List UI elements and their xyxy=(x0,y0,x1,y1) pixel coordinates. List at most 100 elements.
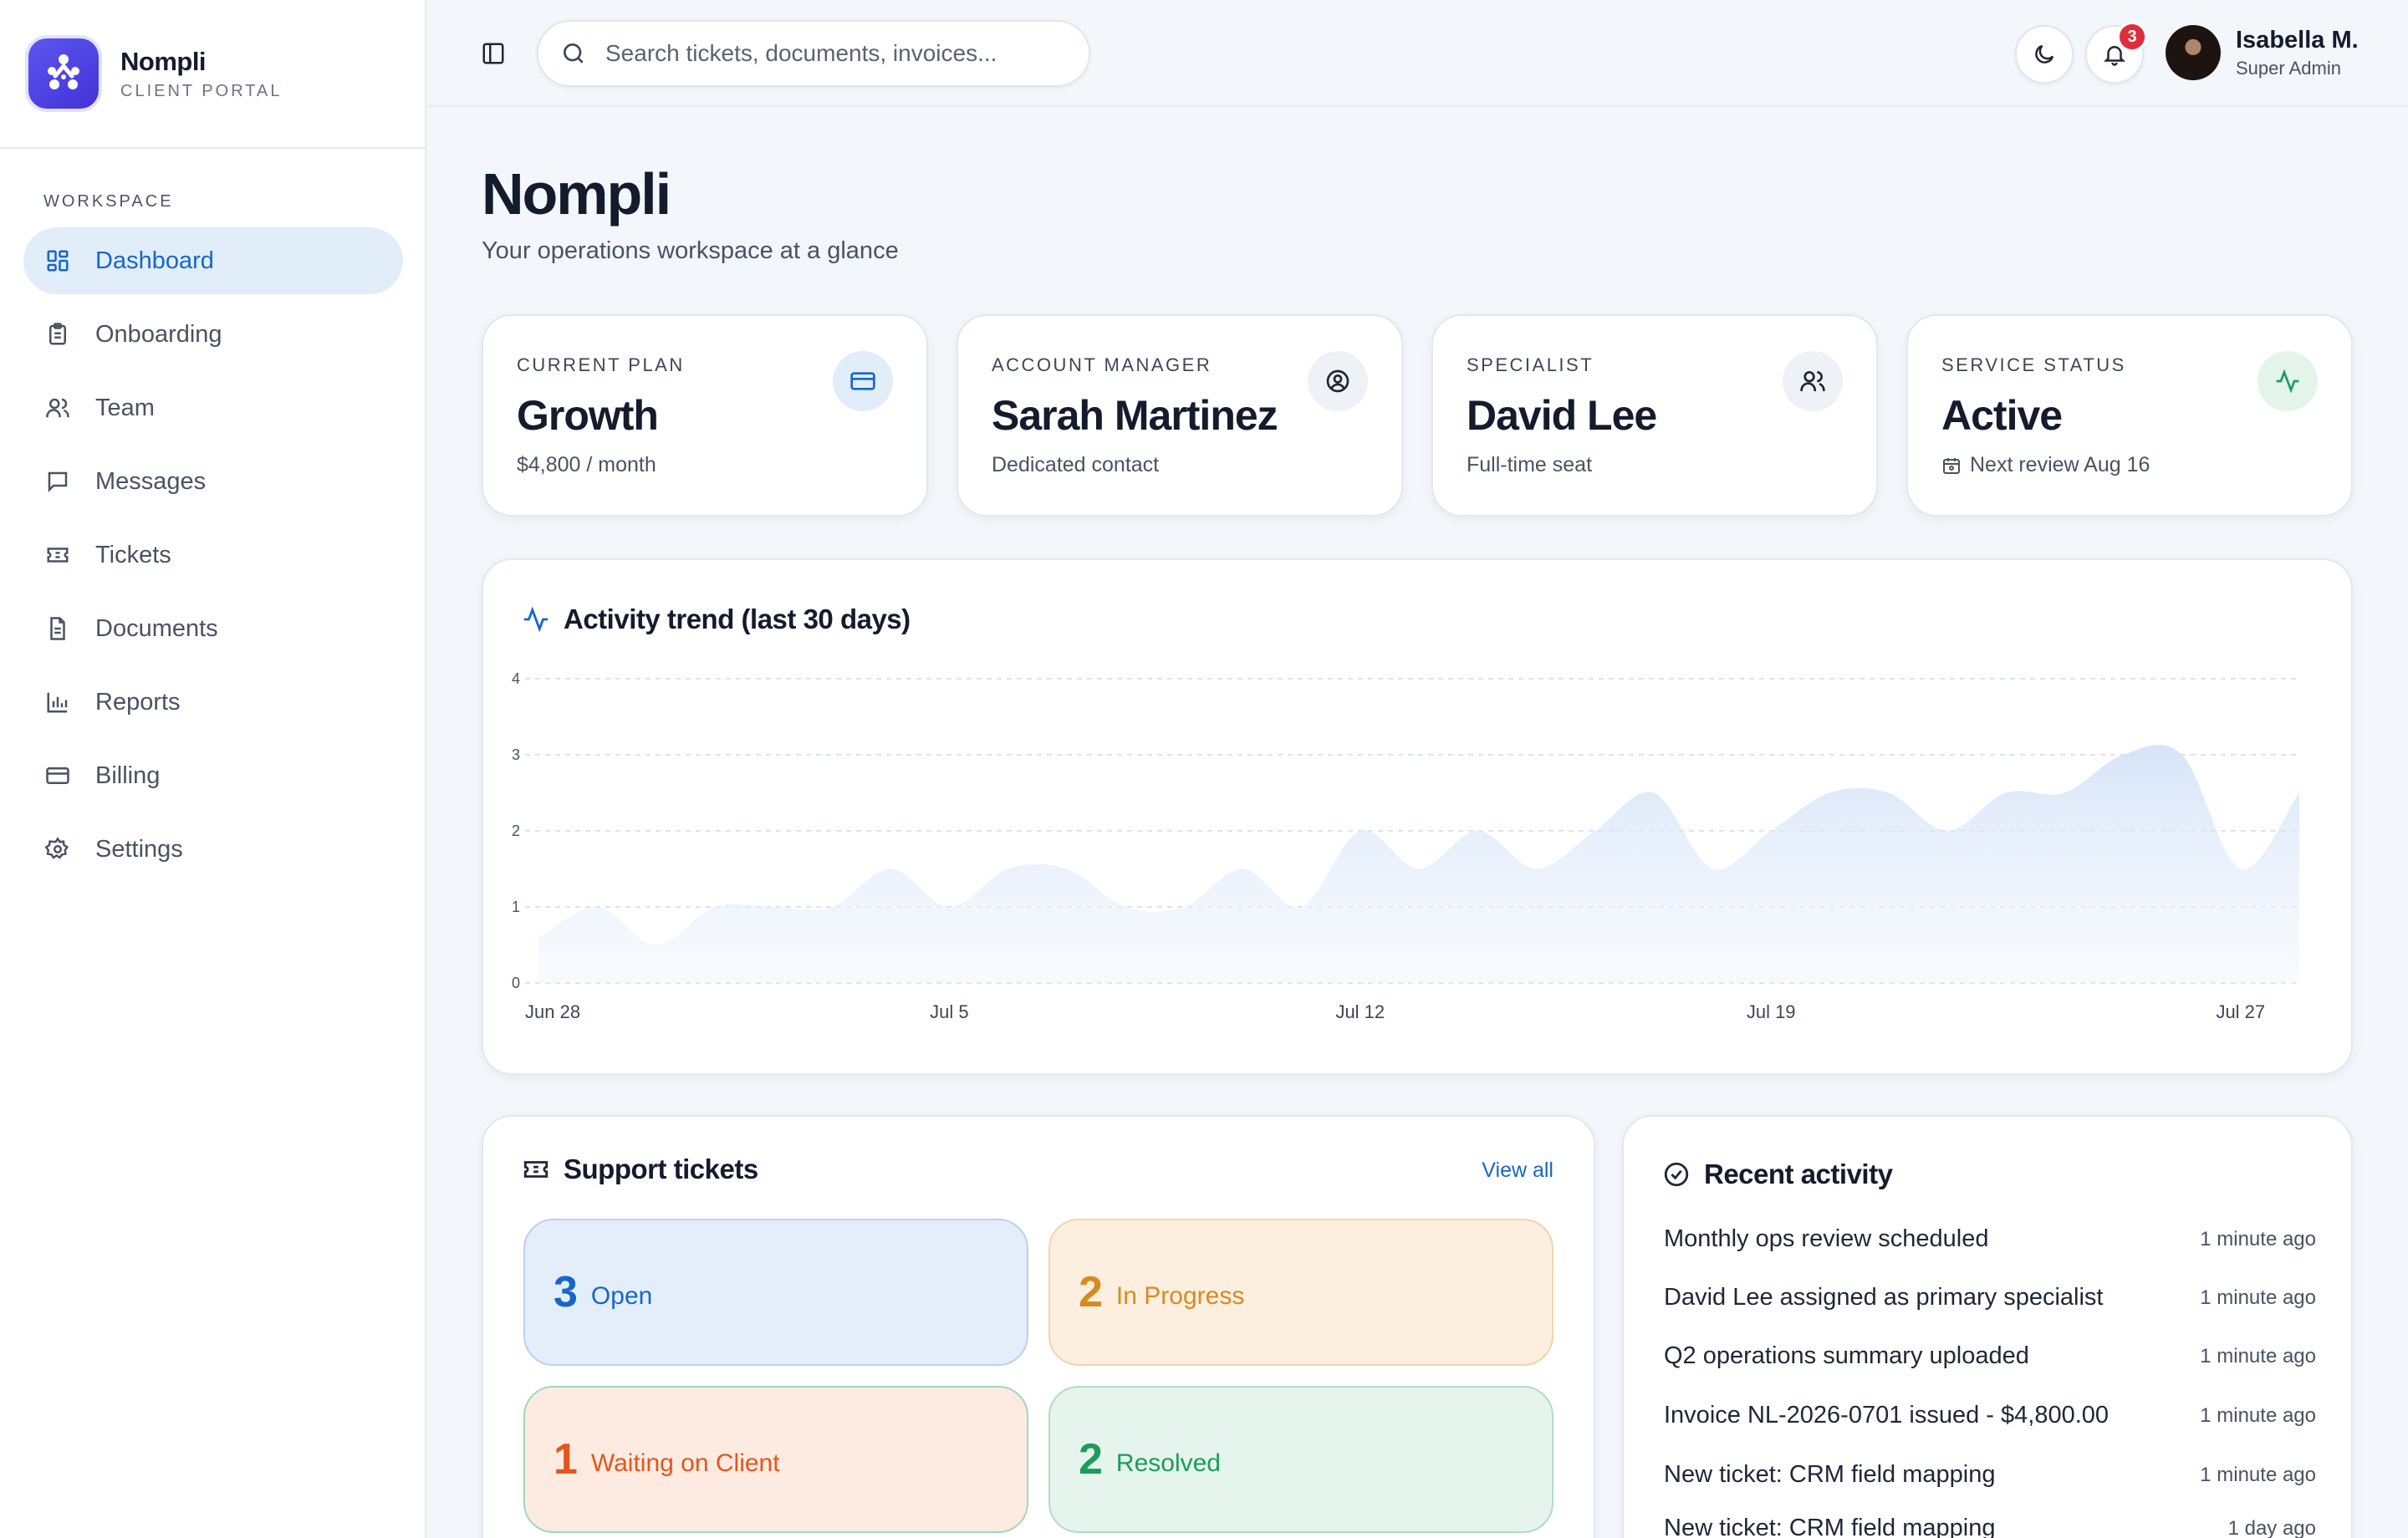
activity-trend-chart: 0 1 2 3 4 Jun 28 Jul 5 Jul 12 Jul 19 Jul 27 xyxy=(512,670,2299,1022)
sidebar-toggle-icon xyxy=(481,41,506,66)
sidebar-item-label: Onboarding xyxy=(95,320,222,348)
stat-label: SERVICE STATUS xyxy=(1941,354,2126,375)
ticket-icon xyxy=(522,1155,550,1184)
x-tick-label: Jun 28 xyxy=(525,1001,580,1022)
calendar-icon xyxy=(1941,456,1962,476)
sidebar-item-billing[interactable]: Billing xyxy=(23,742,403,809)
y-tick-label: 2 xyxy=(512,822,520,839)
x-tick-label: Jul 5 xyxy=(930,1001,968,1022)
credit-card-icon xyxy=(43,761,72,790)
list-item[interactable]: New ticket: CRM field mapping 1 minute a… xyxy=(1664,1461,2316,1489)
list-item[interactable]: New ticket: CRM field mapping 1 day ago xyxy=(1664,1515,2316,1538)
y-tick-label: 0 xyxy=(512,975,520,991)
activity-time: 1 minute ago xyxy=(2200,1227,2316,1250)
message-icon xyxy=(43,467,72,496)
sidebar-item-onboarding[interactable]: Onboarding xyxy=(23,301,403,368)
user-menu[interactable]: Isabella M. Super Admin xyxy=(2166,25,2359,80)
list-item[interactable]: David Lee assigned as primary specialist… xyxy=(1664,1284,2316,1311)
activity-area xyxy=(538,744,2299,983)
check-circle-icon xyxy=(1662,1160,1691,1189)
y-tick-label: 3 xyxy=(512,746,520,763)
sidebar-item-settings[interactable]: Settings xyxy=(23,816,403,883)
ticket-status-waiting-on-client[interactable]: 1 Waiting on Client xyxy=(523,1386,1028,1533)
recent-activity-card: Recent activity Monthly ops review sched… xyxy=(1622,1115,2353,1538)
workspace-section-label: WORKSPACE xyxy=(43,192,174,211)
sidebar: Nompli CLIENT PORTAL WORKSPACE Dashboard… xyxy=(0,0,426,1538)
activity-time: 1 minute ago xyxy=(2200,1403,2316,1427)
activity-text: New ticket: CRM field mapping xyxy=(1664,1515,1996,1538)
stat-value: Growth xyxy=(517,392,659,439)
activity-time: 1 minute ago xyxy=(2200,1344,2316,1367)
tickets-title: Support tickets xyxy=(564,1154,758,1184)
brand-logo-icon xyxy=(28,38,99,109)
sidebar-item-reports[interactable]: Reports xyxy=(23,669,403,736)
topbar: 3 Isabella M. Super Admin xyxy=(428,0,2408,107)
stat-card-account-manager: ACCOUNT MANAGER Sarah Martinez Dedicated… xyxy=(957,314,1403,517)
sidebar-item-dashboard[interactable]: Dashboard xyxy=(23,227,403,294)
stat-value: David Lee xyxy=(1467,392,1657,439)
document-icon xyxy=(43,614,72,643)
view-all-tickets-link[interactable]: View all xyxy=(1482,1159,1553,1183)
stat-label: ACCOUNT MANAGER xyxy=(992,354,1212,375)
search-input[interactable] xyxy=(605,40,1074,67)
notifications-button[interactable]: 3 xyxy=(2085,22,2147,84)
clipboard-icon xyxy=(43,320,72,349)
sidebar-nav: Dashboard Onboarding Team Messages Ticke… xyxy=(23,227,403,889)
activity-trend-card: Activity trend (last 30 days) 01234 Jun … xyxy=(482,558,2353,1075)
brand-subtitle: CLIENT PORTAL xyxy=(120,81,283,100)
ticket-status-resolved[interactable]: 2 Resolved xyxy=(1048,1386,1553,1533)
ticket-icon xyxy=(43,541,72,569)
users-icon xyxy=(43,394,72,422)
stat-sub: Next review Aug 16 xyxy=(1941,453,2150,477)
y-tick-label: 4 xyxy=(512,670,520,687)
activity-title: Recent activity xyxy=(1704,1159,1893,1189)
list-item[interactable]: Invoice NL-2026-0701 issued - $4,800.00 … xyxy=(1664,1402,2316,1429)
stat-value: Sarah Martinez xyxy=(992,392,1278,439)
theme-toggle-button[interactable] xyxy=(2015,25,2074,84)
stat-label: CURRENT PLAN xyxy=(517,354,685,375)
ticket-status-label: Resolved xyxy=(1115,1449,1221,1477)
bar-chart-icon xyxy=(43,688,72,716)
activity-text: Monthly ops review scheduled xyxy=(1664,1225,1989,1252)
sidebar-item-documents[interactable]: Documents xyxy=(23,595,403,662)
sidebar-item-label: Settings xyxy=(95,835,183,863)
brand[interactable]: Nompli CLIENT PORTAL xyxy=(0,0,425,149)
sidebar-item-team[interactable]: Team xyxy=(23,374,403,441)
next-review-text: Next review Aug 16 xyxy=(1970,453,2150,476)
stat-sub: $4,800 / month xyxy=(517,453,656,476)
stat-sub: Full-time seat xyxy=(1467,453,1593,476)
sidebar-item-label: Billing xyxy=(95,761,161,789)
ticket-count: 2 xyxy=(1079,1268,1103,1316)
ticket-status-label: Open xyxy=(590,1282,653,1310)
user-name: Isabella M. xyxy=(2236,26,2359,53)
stat-value: Active xyxy=(1941,392,2063,439)
x-tick-label: Jul 19 xyxy=(1747,1001,1796,1022)
ticket-status-label: Waiting on Client xyxy=(590,1449,780,1477)
sidebar-toggle-button[interactable] xyxy=(478,38,508,69)
activity-time: 1 minute ago xyxy=(2200,1463,2316,1486)
sidebar-item-label: Team xyxy=(95,394,155,421)
activity-text: Q2 operations summary uploaded xyxy=(1664,1342,2029,1369)
list-item[interactable]: Q2 operations summary uploaded 1 minute … xyxy=(1664,1342,2316,1370)
activity-text: David Lee assigned as primary specialist xyxy=(1664,1284,2104,1311)
stat-card-service-status: SERVICE STATUS Active Next review Aug 16 xyxy=(1906,314,2353,517)
sidebar-item-messages[interactable]: Messages xyxy=(23,448,403,515)
activity-text: New ticket: CRM field mapping xyxy=(1664,1461,1996,1488)
stat-sub: Dedicated contact xyxy=(992,453,1160,476)
activity-icon xyxy=(2258,351,2318,411)
ticket-status-open[interactable]: 3 Open xyxy=(523,1219,1028,1366)
brand-name: Nompli xyxy=(120,46,207,76)
x-tick-label: Jul 12 xyxy=(1335,1001,1385,1022)
ticket-status-in-progress[interactable]: 2 In Progress xyxy=(1048,1219,1553,1366)
ticket-status-label: In Progress xyxy=(1115,1282,1245,1310)
list-item[interactable]: Monthly ops review scheduled 1 minute ag… xyxy=(1664,1225,2316,1253)
avatar xyxy=(2166,25,2221,80)
sidebar-item-tickets[interactable]: Tickets xyxy=(23,522,403,588)
stat-label: SPECIALIST xyxy=(1467,354,1594,375)
page-title: Nompli xyxy=(482,161,671,227)
x-tick-label: Jul 27 xyxy=(2216,1001,2265,1022)
dashboard-icon xyxy=(43,247,72,275)
moon-icon xyxy=(2032,42,2057,67)
user-circle-icon xyxy=(1308,351,1368,411)
gear-icon xyxy=(43,835,72,863)
